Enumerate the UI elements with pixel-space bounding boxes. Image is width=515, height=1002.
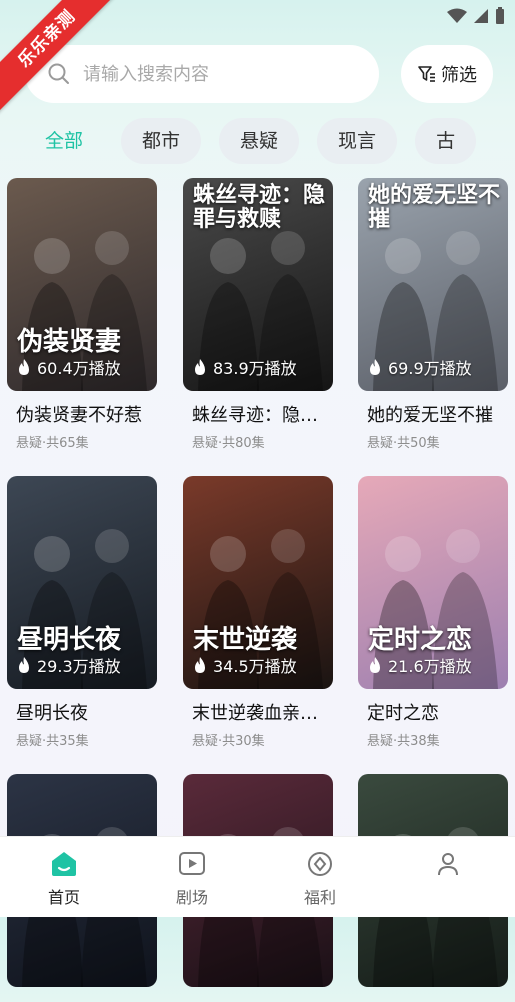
- play-count: 34.5万播放: [193, 653, 297, 677]
- poster-title-art: 昼明长夜: [17, 625, 122, 655]
- play-box-icon: [179, 852, 205, 875]
- play-count-text: 29.3万播放: [37, 657, 121, 676]
- drama-title[interactable]: 定时之恋: [358, 699, 508, 725]
- tab-ancient[interactable]: 古: [415, 118, 477, 164]
- search-icon: [48, 63, 69, 84]
- play-count: 21.6万播放: [368, 653, 472, 677]
- drama-poster[interactable]: 她的爱无坚不摧 69.9万播放: [358, 178, 508, 391]
- play-count: 83.9万播放: [193, 355, 297, 379]
- nav-welfare-label: 福利: [303, 888, 336, 907]
- tab-all[interactable]: 全部: [25, 118, 103, 164]
- play-count: 60.4万播放: [17, 355, 121, 379]
- drama-card[interactable]: 她的爱无坚不摧 69.9万播放 她的爱无坚不摧 悬疑·共50集: [358, 178, 508, 451]
- poster-title-art: 伪装贤妻: [17, 327, 122, 357]
- nav-home[interactable]: 首页: [0, 837, 128, 917]
- drama-card[interactable]: 昼明长夜 29.3万播放 昼明长夜 悬疑·共35集: [7, 476, 157, 749]
- drama-poster[interactable]: 昼明长夜 29.3万播放: [7, 476, 157, 689]
- bottom-nav: 首页 剧场 福利: [0, 836, 515, 917]
- drama-meta: 悬疑·共38集: [367, 734, 440, 749]
- play-count-text: 34.5万播放: [213, 657, 297, 676]
- search-input[interactable]: [81, 62, 345, 86]
- drama-title[interactable]: 伪装贤妻不好惹: [7, 401, 157, 427]
- gift-icon: [308, 852, 332, 876]
- nav-theater-label: 剧场: [175, 888, 208, 907]
- flame-icon: [370, 657, 380, 673]
- category-tabs: 全部 都市 悬疑 现言古: [25, 118, 515, 164]
- drama-meta: 悬疑·共30集: [192, 734, 265, 749]
- poster-title-art: 她的爱无坚不摧: [368, 183, 501, 233]
- search-row: 筛选: [25, 45, 493, 103]
- drama-meta: 悬疑·共80集: [192, 436, 265, 451]
- nav-welfare[interactable]: 福利: [256, 837, 384, 917]
- drama-meta: 悬疑·共50集: [367, 436, 440, 451]
- battery-icon: [496, 7, 504, 24]
- flame-icon: [370, 359, 380, 375]
- nav-theater[interactable]: 剧场: [128, 837, 256, 917]
- poster-title-art: 定时之恋: [368, 625, 473, 655]
- drama-poster[interactable]: 伪装贤妻 60.4万播放: [7, 178, 157, 391]
- play-count: 69.9万播放: [368, 355, 472, 379]
- drama-meta: 悬疑·共65集: [16, 436, 89, 451]
- tab-urban[interactable]: 都市: [121, 118, 202, 164]
- play-count-text: 69.9万播放: [388, 359, 472, 378]
- drama-card[interactable]: 蛛丝寻迹：隐罪与救赎 83.9万播放蛛丝寻迹：隐… 悬疑·共80集: [183, 178, 333, 451]
- search-box[interactable]: [25, 45, 379, 103]
- drama-title[interactable]: 蛛丝寻迹：隐…: [183, 401, 333, 427]
- nav-profile[interactable]: [384, 837, 512, 917]
- play-count: 29.3万播放: [17, 653, 121, 677]
- drama-poster[interactable]: 蛛丝寻迹：隐罪与救赎 83.9万播放: [183, 178, 333, 391]
- filter-button[interactable]: 筛选: [401, 45, 493, 103]
- filter-label: 筛选: [441, 65, 477, 86]
- drama-title[interactable]: 昼明长夜: [7, 699, 157, 725]
- drama-poster[interactable]: 定时之恋 21.6万播放: [358, 476, 508, 689]
- flame-icon: [19, 657, 29, 673]
- flame-icon: [195, 359, 205, 375]
- tab-modern-romance[interactable]: 现言: [317, 118, 398, 164]
- play-count-text: 60.4万播放: [37, 359, 121, 378]
- drama-meta: 悬疑·共35集: [16, 734, 89, 749]
- drama-poster[interactable]: 末世逆袭 34.5万播放: [183, 476, 333, 689]
- poster-title-art: 蛛丝寻迹：隐罪与救赎: [193, 183, 326, 233]
- poster-title-art: 末世逆袭: [193, 625, 298, 655]
- flame-icon: [19, 359, 29, 375]
- wifi-icon: [447, 8, 467, 23]
- play-count-text: 21.6万播放: [388, 657, 472, 676]
- profile-icon: [438, 853, 458, 876]
- nav-home-label: 首页: [47, 888, 80, 907]
- signal-icon: [474, 9, 488, 23]
- filter-icon: [418, 66, 435, 82]
- drama-title[interactable]: 她的爱无坚不摧: [358, 401, 508, 427]
- status-icons: [447, 7, 505, 25]
- play-count-text: 83.9万播放: [213, 359, 297, 378]
- tab-suspense[interactable]: 悬疑: [219, 118, 300, 164]
- home-icon: [52, 852, 76, 876]
- drama-title[interactable]: 末世逆袭血亲…: [183, 699, 333, 725]
- drama-card[interactable]: 伪装贤妻 60.4万播放伪装贤妻不好惹悬疑·共65集: [7, 178, 157, 451]
- flame-icon: [195, 657, 205, 673]
- drama-card[interactable]: 末世逆袭 34.5万播放末世逆袭血亲… 悬疑·共30集: [183, 476, 333, 749]
- drama-card[interactable]: 定时之恋 21.6万播放 定时之恋 悬疑·共38集: [358, 476, 508, 749]
